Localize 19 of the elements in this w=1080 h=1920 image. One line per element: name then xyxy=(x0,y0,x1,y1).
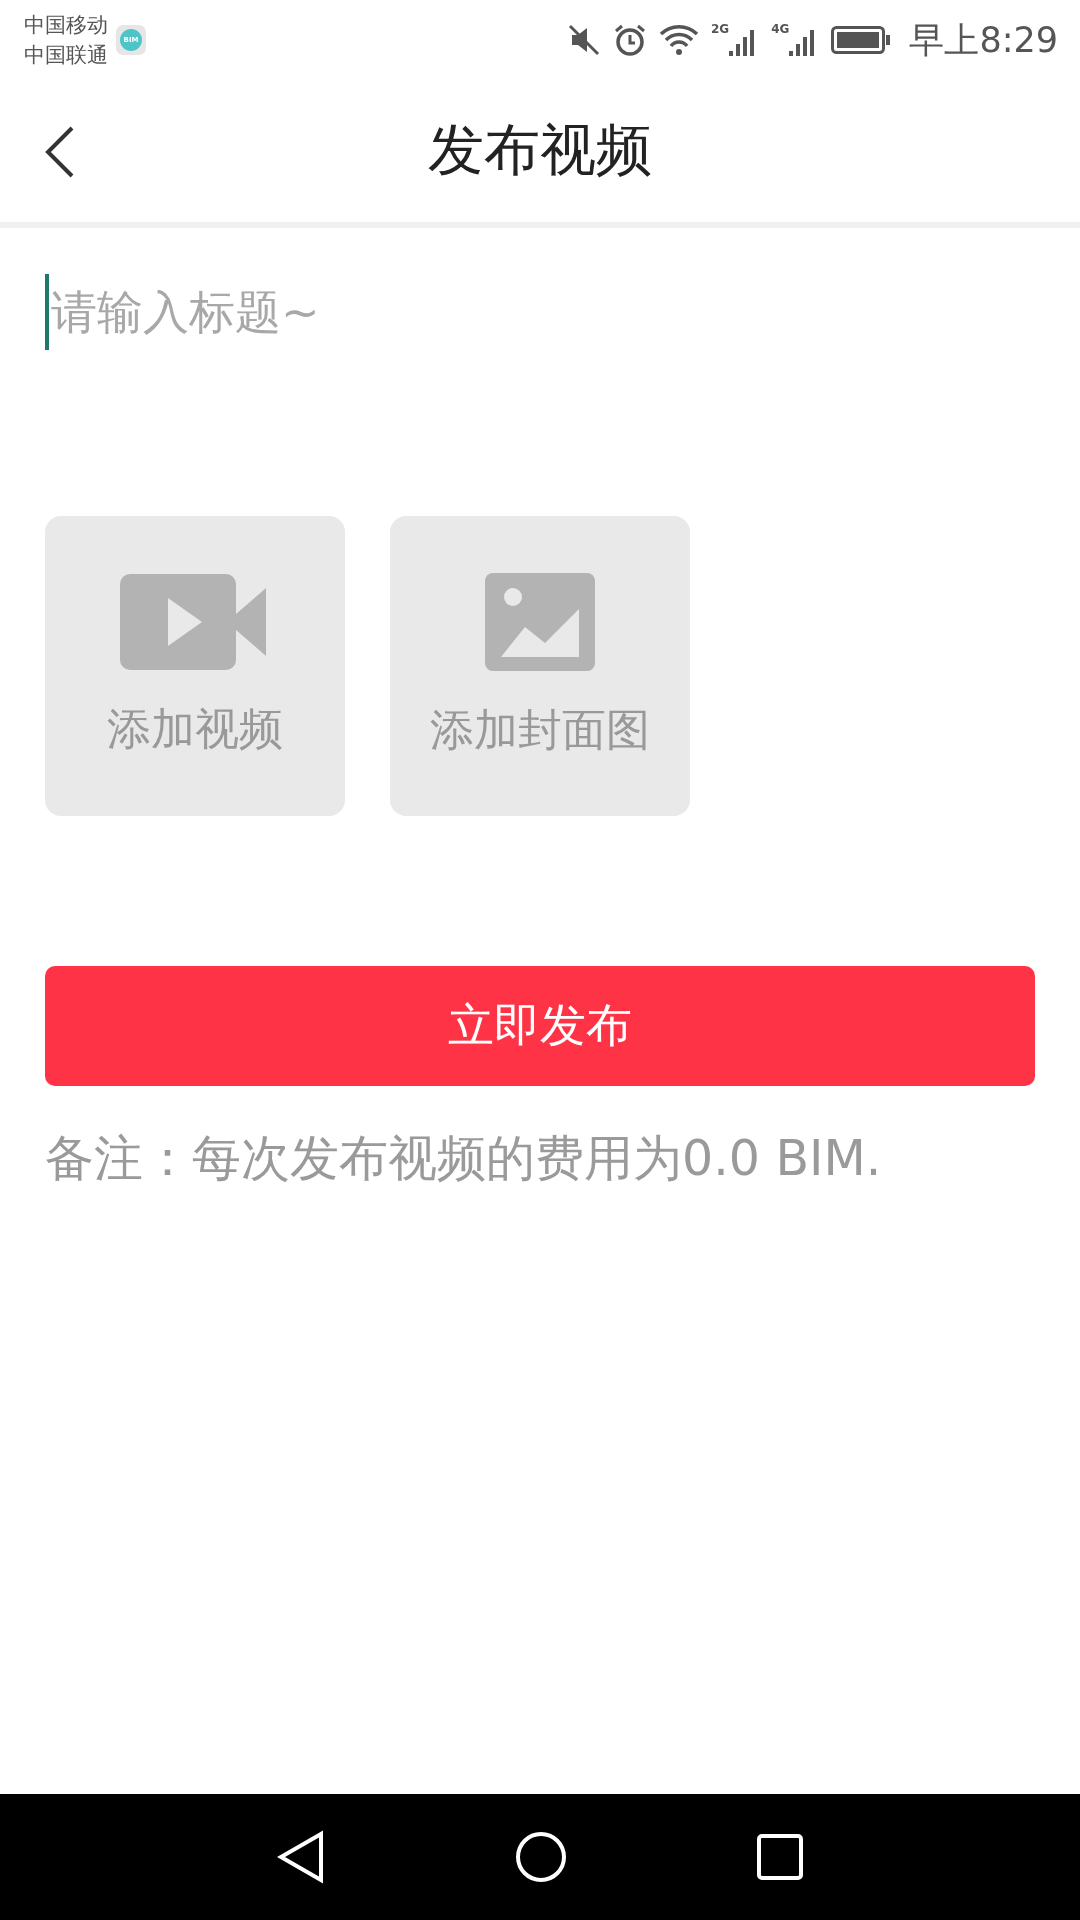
home-nav-button[interactable] xyxy=(515,1831,567,1883)
battery-icon xyxy=(831,25,892,55)
back-nav-button[interactable] xyxy=(277,1830,325,1884)
clock-time: 早上8:29 xyxy=(909,18,1058,62)
title-input[interactable]: 请输入标题~ xyxy=(45,274,1035,350)
carrier-name: 中国联通 xyxy=(24,42,108,69)
recents-nav-button[interactable] xyxy=(757,1834,803,1880)
page-title: 发布视频 xyxy=(428,116,652,184)
network-type: 2G xyxy=(711,23,730,35)
fee-note: 备注：每次发布视频的费用为0.0 BIM. xyxy=(45,1129,883,1189)
add-cover-button[interactable]: 添加封面图 xyxy=(390,516,690,816)
add-video-button[interactable]: 添加视频 xyxy=(45,516,345,816)
alarm-icon xyxy=(613,23,647,57)
mute-icon xyxy=(567,23,601,57)
publish-button[interactable]: 立即发布 xyxy=(45,966,1035,1086)
network-type: 4G xyxy=(771,23,790,35)
carrier-name: 中国移动 xyxy=(24,12,108,39)
wifi-icon xyxy=(659,24,699,56)
image-icon xyxy=(485,572,595,671)
